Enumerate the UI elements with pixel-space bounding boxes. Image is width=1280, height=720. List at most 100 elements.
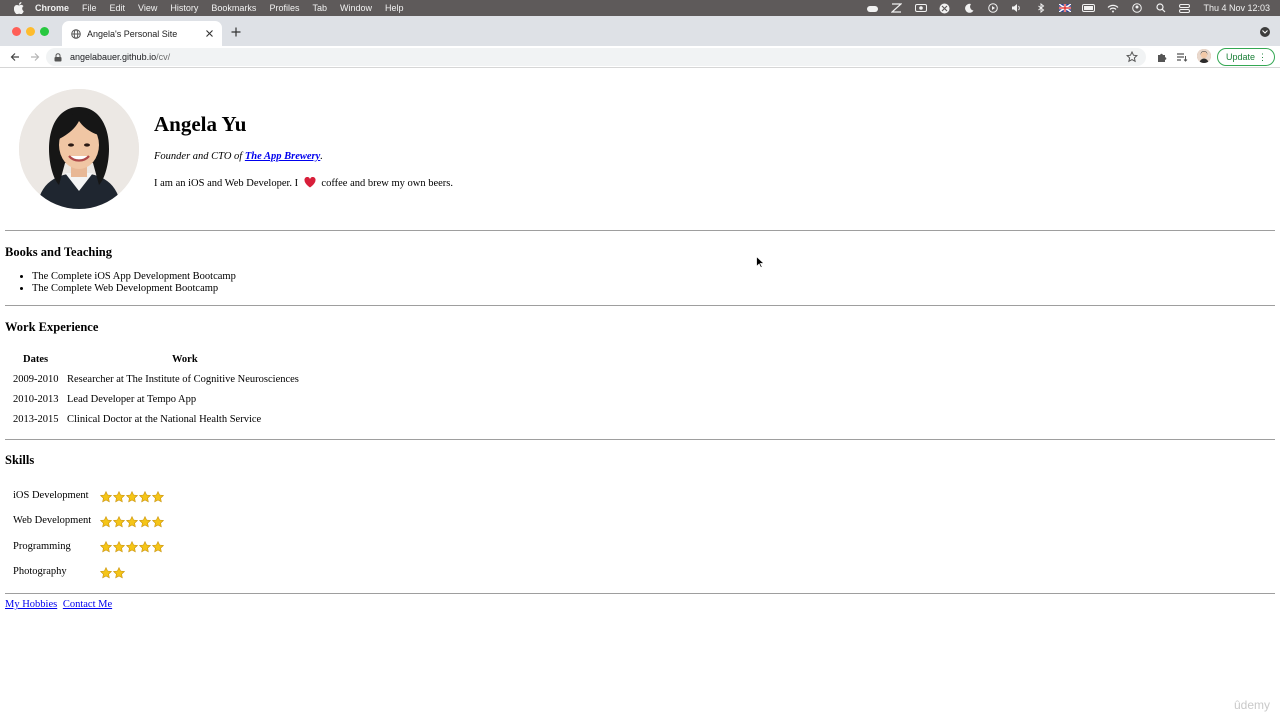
table-cell-dates: 2010-2013: [13, 394, 59, 405]
table-cell-dates: 2009-2010: [13, 374, 59, 385]
skill-rating: [100, 516, 165, 528]
section-divider: [5, 305, 1275, 306]
footer-links: My Hobbies Contact Me: [5, 599, 115, 610]
section-divider: [5, 230, 1275, 231]
skill-star-icon: [152, 491, 164, 503]
bluetooth-icon[interactable]: [1034, 3, 1047, 13]
globe-icon: [71, 28, 81, 39]
browser-toolbar: angelabauer.github.io/cv/ Update ⋮: [0, 46, 1280, 68]
tab-search-icon[interactable]: [1260, 27, 1270, 37]
skill-star-icon: [113, 541, 125, 553]
menubar-status-area: Thu 4 Nov 12:03: [855, 0, 1270, 16]
plus-icon[interactable]: [230, 26, 242, 38]
play-icon[interactable]: [986, 3, 999, 13]
macos-menu-bar: Chrome File Edit View History Bookmarks …: [0, 0, 1280, 16]
cloud-icon[interactable]: [866, 3, 879, 13]
skill-rating: [100, 541, 165, 553]
webpage-content: Angela Yu Founder and CTO of The App Bre…: [0, 69, 1280, 720]
active-tab[interactable]: Angela's Personal Site: [62, 21, 222, 46]
skill-star-icon: [139, 516, 151, 528]
skill-star-icon: [139, 491, 151, 503]
extensions-icon[interactable]: [1155, 51, 1167, 63]
menu-window[interactable]: Window: [340, 3, 372, 13]
skill-rating: [100, 491, 165, 503]
table-cell-work: Lead Developer at Tempo App: [67, 394, 197, 405]
lock-icon[interactable]: [54, 52, 62, 62]
table-cell-dates: 2013-2015: [13, 414, 59, 425]
forward-icon[interactable]: [29, 51, 41, 63]
mouse-cursor-icon: [756, 256, 764, 268]
address-bar[interactable]: angelabauer.github.io/cv/: [46, 48, 1146, 66]
zoom-window-button[interactable]: [40, 27, 49, 36]
more-icon[interactable]: ⋮: [1258, 52, 1267, 62]
close-window-button[interactable]: [12, 27, 21, 36]
table-cell-work: Researcher at The Institute of Cognitive…: [67, 374, 299, 385]
table-header-work: Work: [172, 354, 198, 365]
moon-icon[interactable]: [962, 3, 975, 13]
skill-star-icon: [100, 541, 112, 553]
menu-edit[interactable]: Edit: [110, 3, 126, 13]
skill-rating: [100, 567, 126, 579]
menu-history[interactable]: History: [170, 3, 198, 13]
hobbies-link[interactable]: My Hobbies: [5, 599, 57, 610]
skill-star-icon: [100, 516, 112, 528]
tagline-suffix: .: [320, 151, 323, 162]
list-item: The Complete iOS App Development Bootcam…: [32, 271, 236, 283]
profile-tagline: Founder and CTO of The App Brewery.: [154, 151, 323, 162]
battery-icon[interactable]: [1082, 3, 1096, 13]
contact-link[interactable]: Contact Me: [63, 599, 112, 610]
skill-star-icon: [126, 516, 138, 528]
table-cell-work: Clinical Doctor at the National Health S…: [67, 414, 262, 425]
profile-photo: [19, 89, 139, 209]
control-center-icon[interactable]: [1178, 3, 1191, 13]
books-list: The Complete iOS App Development Bootcam…: [32, 271, 236, 295]
reading-list-icon[interactable]: [1176, 51, 1188, 63]
menu-help[interactable]: Help: [385, 3, 404, 13]
url-path: /cv/: [156, 52, 171, 62]
tab-title: Angela's Personal Site: [87, 28, 178, 39]
globe-status-icon[interactable]: [938, 3, 951, 13]
minimize-window-button[interactable]: [26, 27, 35, 36]
section-divider: [5, 439, 1275, 440]
skill-star-icon: [113, 491, 125, 503]
skill-star-icon: [100, 567, 112, 579]
back-icon[interactable]: [9, 51, 21, 63]
skill-name: Web Development: [13, 515, 92, 526]
skill-name: iOS Development: [13, 490, 89, 501]
menubar-clock[interactable]: Thu 4 Nov 12:03: [1203, 3, 1270, 13]
skills-heading: Skills: [5, 453, 35, 467]
menu-view[interactable]: View: [138, 3, 157, 13]
skill-star-icon: [126, 491, 138, 503]
update-label: Update: [1226, 52, 1256, 62]
apple-icon[interactable]: [13, 2, 25, 14]
menu-file[interactable]: File: [82, 3, 97, 13]
menu-chrome[interactable]: Chrome: [35, 3, 69, 13]
screen-record-icon[interactable]: [914, 3, 927, 13]
profile-name: Angela Yu: [154, 112, 247, 136]
browser-tab-strip: Angela's Personal Site: [0, 16, 1280, 46]
flag-uk-icon[interactable]: [1058, 3, 1071, 13]
profile-bio: I am an iOS and Web Developer. I coffee …: [154, 177, 453, 189]
user-icon[interactable]: [1130, 3, 1143, 13]
menu-bookmarks[interactable]: Bookmarks: [211, 3, 256, 13]
bio-text-after: coffee and brew my own beers.: [321, 178, 454, 189]
table-header-dates: Dates: [23, 354, 49, 365]
menu-tab[interactable]: Tab: [312, 3, 327, 13]
window-controls: [12, 27, 54, 36]
zoom-icon[interactable]: [890, 3, 903, 13]
star-icon[interactable]: [1126, 51, 1138, 63]
search-icon[interactable]: [1154, 3, 1167, 13]
skill-star-icon: [152, 541, 164, 553]
profile-avatar[interactable]: [1197, 49, 1211, 63]
close-icon[interactable]: [204, 28, 214, 38]
skill-star-icon: [113, 516, 125, 528]
skill-star-icon: [139, 541, 151, 553]
company-link[interactable]: The App Brewery: [245, 151, 320, 162]
wifi-icon[interactable]: [1106, 3, 1119, 13]
menu-profiles[interactable]: Profiles: [269, 3, 299, 13]
volume-icon[interactable]: [1010, 3, 1023, 13]
url-host: angelabauer.github.io: [70, 52, 157, 62]
tagline-prefix: Founder and CTO of: [154, 151, 245, 162]
skill-star-icon: [126, 541, 138, 553]
update-button[interactable]: Update ⋮: [1217, 48, 1275, 66]
